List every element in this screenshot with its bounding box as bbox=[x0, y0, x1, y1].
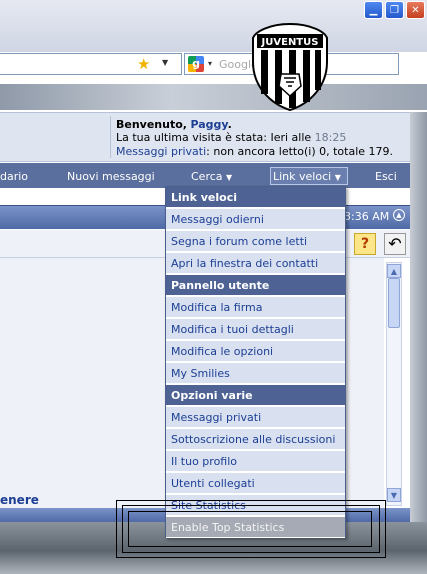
close-icon[interactable]: ✕ bbox=[406, 1, 425, 19]
logo-text: JUVENTUS bbox=[261, 37, 319, 48]
welcome-greeting: Benvenuto, Paggy. bbox=[116, 118, 232, 131]
scrollbar-thumb[interactable] bbox=[388, 278, 400, 328]
bookmark-star-icon[interactable]: ★ bbox=[137, 55, 150, 73]
background-image bbox=[410, 112, 427, 522]
private-messages-status: : non ancora letto(i) 0, totale 179. bbox=[206, 145, 394, 158]
private-messages-link[interactable]: Messaggi privati bbox=[116, 145, 206, 158]
menu-item[interactable]: Site Statistics bbox=[166, 495, 345, 516]
menu-item[interactable]: My Smilies bbox=[166, 363, 345, 384]
nav-quick-links-label: Link veloci bbox=[273, 170, 332, 183]
last-visit-line: La tua ultima visita è stata: Ieri alle … bbox=[116, 131, 346, 144]
menu-section-header: Opzioni varie bbox=[166, 385, 345, 406]
minimize-icon[interactable]: ▁ bbox=[364, 1, 383, 19]
chevron-down-icon: ▼ bbox=[226, 173, 233, 182]
menu-item[interactable]: Modifica i tuoi dettagli bbox=[166, 319, 345, 340]
nav-search-label: Cerca bbox=[191, 170, 223, 183]
menu-item[interactable]: Il tuo profilo bbox=[166, 451, 345, 472]
private-messages-line: Messaggi privati: non ancora letto(i) 0,… bbox=[116, 145, 393, 158]
header-time: 3:36 AM bbox=[344, 210, 390, 223]
nav-calendar[interactable]: dario bbox=[0, 170, 28, 183]
menu-section-header: Link veloci bbox=[166, 187, 345, 208]
google-icon[interactable]: g bbox=[188, 56, 204, 72]
last-visit-time: 18:25 bbox=[314, 131, 347, 144]
juventus-logo: JUVENTUS bbox=[252, 22, 328, 112]
nav-logout[interactable]: Esci bbox=[375, 170, 397, 183]
scroll-down-icon[interactable]: ▼ bbox=[387, 488, 401, 502]
help-button[interactable]: ? bbox=[354, 233, 376, 255]
nav-search[interactable]: Cerca ▼ bbox=[191, 170, 232, 183]
window-controls: ▁ ❐ ✕ bbox=[364, 1, 425, 19]
menu-item[interactable]: Messaggi privati bbox=[166, 407, 345, 428]
username-link[interactable]: Paggy bbox=[190, 118, 227, 131]
section-title-link[interactable]: enere bbox=[0, 493, 39, 507]
menu-item[interactable]: Enable Top Statistics bbox=[166, 517, 345, 538]
search-engine-dropdown-icon[interactable]: ▾ bbox=[208, 59, 212, 68]
nav-new-messages[interactable]: Nuovi messaggi bbox=[67, 170, 155, 183]
address-bar[interactable] bbox=[0, 53, 182, 75]
menu-item[interactable]: Segna i forum come letti bbox=[166, 231, 345, 252]
menu-item[interactable]: Apri la finestra dei contatti bbox=[166, 253, 345, 274]
restore-icon[interactable]: ❐ bbox=[385, 1, 404, 19]
browser-toolbar bbox=[0, 0, 427, 52]
nav-quick-links[interactable]: Link veloci ▼ bbox=[273, 170, 341, 183]
header-banner bbox=[0, 84, 427, 110]
greeting-suffix: . bbox=[227, 118, 232, 131]
last-visit-label: La tua ultima visita è stata: Ieri alle bbox=[116, 131, 312, 144]
panel-divider bbox=[110, 116, 111, 158]
menu-item[interactable]: Messaggi odierni bbox=[166, 209, 345, 230]
collapse-icon[interactable]: ▲ bbox=[393, 209, 405, 221]
menu-item[interactable]: Modifica le opzioni bbox=[166, 341, 345, 362]
back-arrow-icon[interactable]: ↶ bbox=[384, 233, 406, 255]
menu-item[interactable]: Utenti collegati bbox=[166, 473, 345, 494]
menu-section-header: Pannello utente bbox=[166, 275, 345, 296]
chevron-down-icon: ▼ bbox=[334, 173, 341, 182]
menu-item[interactable]: Modifica la firma bbox=[166, 297, 345, 318]
greeting-prefix: Benvenuto, bbox=[116, 118, 187, 131]
chevron-down-icon[interactable]: ▼ bbox=[162, 58, 168, 67]
scroll-up-icon[interactable]: ▲ bbox=[387, 264, 401, 278]
menu-item[interactable]: Sottoscrizione alle discussioni bbox=[166, 429, 345, 450]
